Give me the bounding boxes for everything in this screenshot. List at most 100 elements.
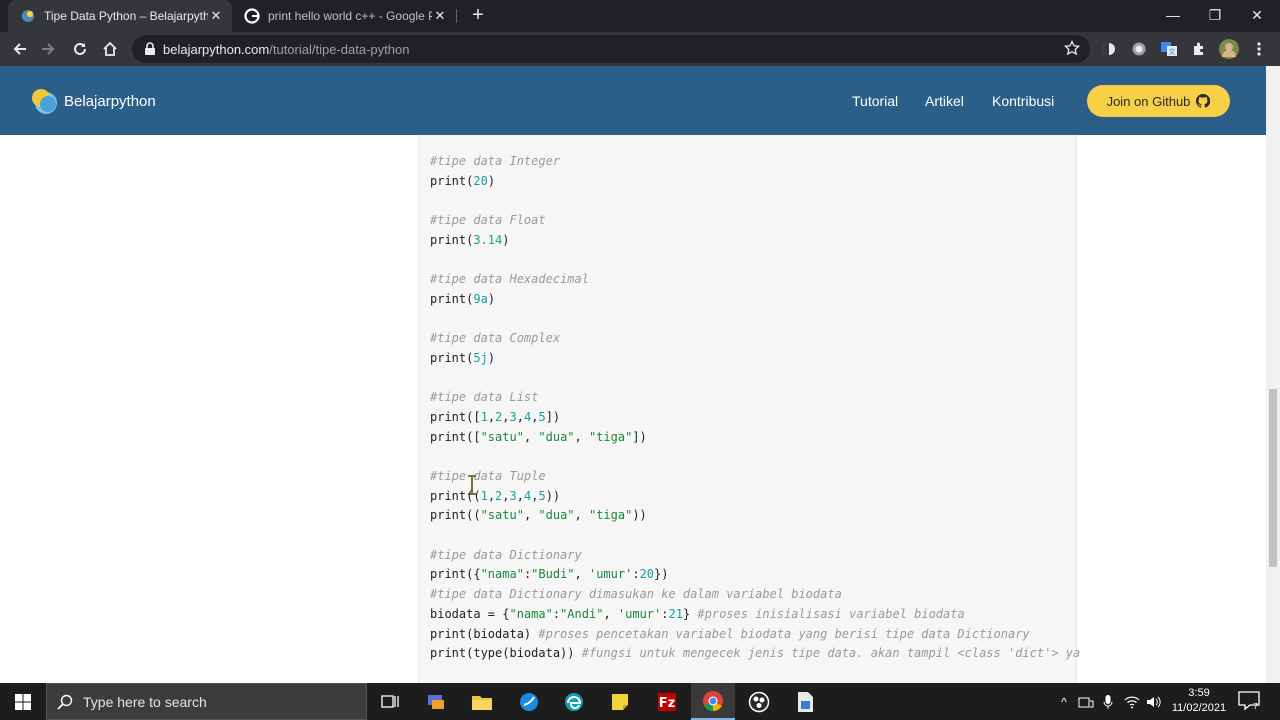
tab-belajarpython[interactable]: Tipe Data Python – Belajarpython ✕ xyxy=(8,0,232,32)
site-logo[interactable]: Belajarpython xyxy=(30,86,156,116)
code-token: "nama" xyxy=(509,606,553,621)
microphone-icon[interactable] xyxy=(1098,692,1118,712)
system-clock[interactable]: 3:59 11/02/2021 xyxy=(1168,686,1230,716)
code-token: 5 xyxy=(538,488,546,503)
page-vertical-scrollbar[interactable] xyxy=(1266,66,1280,683)
join-github-button[interactable]: Join on Github xyxy=(1087,85,1230,117)
browser-toolbar: belajarpython.com/tutorial/tipe-data-pyt… xyxy=(0,32,1280,66)
code-line: #tipe data Dictionary xyxy=(430,546,1080,566)
svg-text:文: 文 xyxy=(1169,47,1176,56)
code-token: #tipe data Integer xyxy=(430,154,561,168)
code-block: #tipe data Integer print(20) #tipe data F… xyxy=(418,135,1080,683)
chrome-menu-icon[interactable] xyxy=(1249,39,1269,59)
windows-taskbar: Type here to search Fz ^ 3:59 11/02/2021… xyxy=(0,683,1280,720)
code-content: #tipe data Integer print(20) #tipe data F… xyxy=(430,152,1080,664)
chrome-taskbar-icon[interactable] xyxy=(691,683,735,720)
code-token: , xyxy=(574,429,589,444)
tab-close-icon[interactable]: ✕ xyxy=(432,8,448,24)
start-button[interactable] xyxy=(0,683,46,720)
code-line: print({"nama":"Budi", 'umur':20}) xyxy=(430,565,1080,585)
filezilla-icon[interactable]: Fz xyxy=(645,683,689,720)
devices-app-icon[interactable] xyxy=(414,683,458,720)
code-line: #tipe data Dictionary dimasukan ke dalam… xyxy=(430,585,1080,605)
document-app-icon[interactable] xyxy=(783,683,827,720)
translate-extension-icon[interactable]: 文 xyxy=(1159,39,1179,59)
code-token: : xyxy=(552,606,561,621)
wifi-icon[interactable] xyxy=(1122,692,1142,712)
url-text: belajarpython.com/tutorial/tipe-data-pyt… xyxy=(163,42,410,57)
code-token: #proses inisialisasi variabel biodata xyxy=(697,606,965,621)
code-token: , xyxy=(603,606,618,621)
clock-date: 11/02/2021 xyxy=(1171,702,1227,714)
profile-avatar[interactable] xyxy=(1219,39,1239,59)
reload-icon[interactable] xyxy=(68,37,92,61)
back-icon[interactable] xyxy=(8,37,32,61)
code-token: 3 xyxy=(509,488,517,503)
python-favicon-icon xyxy=(22,10,34,22)
code-token: #tipe data Float xyxy=(430,213,546,228)
code-token: "nama" xyxy=(480,567,524,582)
tab-close-icon[interactable]: ✕ xyxy=(208,8,224,24)
window-close-icon[interactable]: ✕ xyxy=(1234,0,1280,30)
nav-tutorial[interactable]: Tutorial xyxy=(852,93,898,109)
show-hidden-icons[interactable]: ^ xyxy=(1054,692,1074,712)
action-center-icon[interactable]: 7 xyxy=(1238,691,1260,711)
code-token: print( xyxy=(430,232,474,247)
record-extension-icon[interactable] xyxy=(1129,39,1149,59)
code-token: , xyxy=(574,567,589,582)
nav-artikel[interactable]: Artikel xyxy=(925,93,964,109)
code-token: ]) xyxy=(545,409,561,424)
forward-icon[interactable] xyxy=(36,37,60,61)
search-placeholder: Type here to search xyxy=(83,693,207,710)
code-token: biodata = { xyxy=(430,606,510,621)
code-line: print(9a) xyxy=(430,290,1080,310)
address-bar[interactable]: belajarpython.com/tutorial/tipe-data-pyt… xyxy=(132,35,1090,63)
sticky-notes-icon[interactable] xyxy=(598,683,642,720)
code-token: #proses pencetakan variabel biodata yang… xyxy=(538,626,1030,641)
task-view-icon[interactable] xyxy=(368,683,412,720)
code-token: "dua" xyxy=(538,429,575,444)
code-token: "Andi" xyxy=(560,606,604,621)
code-token: )) xyxy=(545,488,561,503)
code-token: 20 xyxy=(639,567,655,582)
edge-browser-icon[interactable] xyxy=(552,683,596,720)
site-navbar: Belajarpython Tutorial Artikel Kontribus… xyxy=(0,66,1266,135)
code-line: #tipe data Hexadecimal xyxy=(430,270,1080,290)
restore-icon[interactable]: ❐ xyxy=(1192,0,1238,30)
minimize-icon[interactable]: — xyxy=(1150,0,1196,30)
code-token: #tipe data Tuple xyxy=(430,469,546,483)
extensions-puzzle-icon[interactable] xyxy=(1189,39,1209,59)
clock-time: 3:59 xyxy=(1188,687,1210,699)
volume-icon[interactable] xyxy=(1144,692,1164,712)
new-tab-icon[interactable]: + xyxy=(468,5,488,26)
file-explorer-icon[interactable] xyxy=(460,683,504,720)
code-line: #tipe data Complex xyxy=(430,329,1080,349)
tray-app-icon[interactable] xyxy=(1076,692,1096,712)
belajarpython-logo-icon xyxy=(32,89,57,114)
code-token: 'umur' xyxy=(617,606,662,621)
code-token: print([ xyxy=(430,409,481,424)
obs-studio-icon[interactable] xyxy=(737,683,781,720)
taskbar-search-box[interactable]: Type here to search xyxy=(46,683,367,720)
code-token: #tipe data Hexadecimal xyxy=(430,272,589,287)
code-token: : xyxy=(632,567,640,582)
code-token: "Budi" xyxy=(531,567,575,582)
code-token: , xyxy=(516,409,524,424)
app-blue-icon[interactable] xyxy=(507,683,551,720)
code-token: #tipe data Dictionary dimasukan ke dalam… xyxy=(430,587,842,602)
code-token: , xyxy=(502,409,510,424)
tab-google-search[interactable]: print hello world c++ - Google P ✕ xyxy=(232,0,456,32)
bookmark-star-icon[interactable] xyxy=(1064,40,1080,56)
page-scroll-thumb[interactable] xyxy=(1269,389,1277,567)
home-icon[interactable] xyxy=(98,37,122,61)
nav-kontribusi[interactable]: Kontribusi xyxy=(992,93,1054,109)
code-line: #tipe data Integer xyxy=(430,152,1080,172)
code-token: 1 xyxy=(480,488,488,503)
code-token: "dua" xyxy=(538,508,575,523)
code-line: print([1,2,3,4,5]) xyxy=(430,408,1080,428)
code-token: 'umur' xyxy=(588,567,633,582)
code-token: print( xyxy=(430,291,474,306)
dark-mode-extension-icon[interactable] xyxy=(1099,39,1119,59)
